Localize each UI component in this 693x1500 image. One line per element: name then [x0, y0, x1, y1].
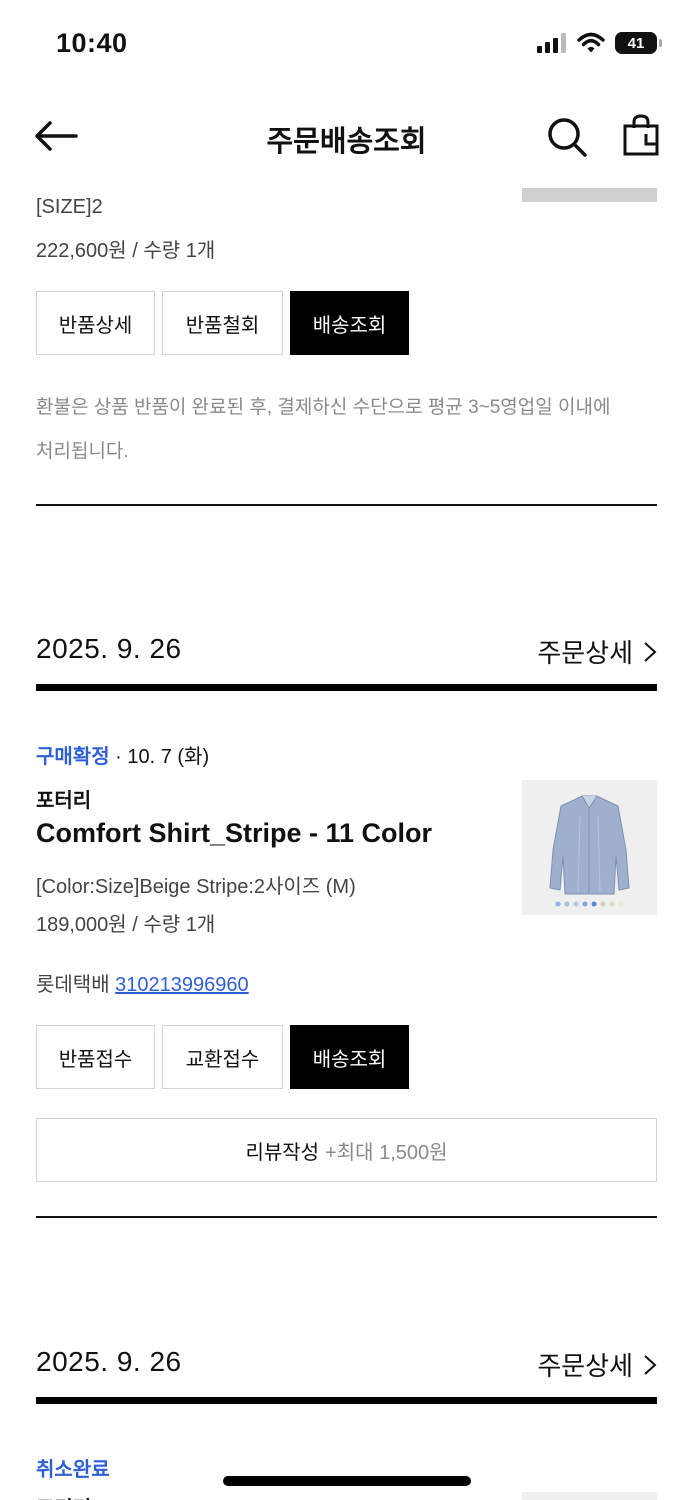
status-bar: 10:40 41 [0, 0, 693, 90]
product-thumbnail[interactable] [522, 1492, 657, 1500]
price-quantity: 222,600원 / 수량 1개 [36, 240, 216, 262]
exchange-request-button[interactable]: 교환접수 [162, 1025, 283, 1089]
divider [36, 1216, 657, 1218]
status-badge: 구매확정 [36, 746, 110, 768]
option-text: [SIZE]2 [36, 196, 103, 218]
app-header: 주문배송조회 [0, 96, 693, 180]
product-thumbnail[interactable] [522, 780, 657, 915]
signal-icon [537, 33, 566, 53]
divider [36, 504, 657, 506]
order-status: 취소완료 [36, 1453, 110, 1482]
page-title: 주문배송조회 [266, 126, 427, 158]
wifi-icon [577, 32, 605, 53]
status-time: 10:40 [56, 28, 128, 58]
refund-notice-line: 환불은 상품 반품이 완료된 후, 결제하신 수단으로 평균 3~5영업일 이내… [36, 397, 611, 418]
refund-notice-line: 처리됩니다. [36, 441, 129, 462]
order-list[interactable]: [SIZE]2 222,600원 / 수량 1개 반품상세 반품철회 배송조회 … [0, 180, 693, 1500]
delivery-info: 롯데택배 310213996960 [36, 968, 249, 997]
price-quantity: 189,000원 / 수량 1개 [36, 914, 216, 936]
write-review-button[interactable]: 리뷰작성 +최대 1,500원 [36, 1118, 657, 1182]
shopping-bag-icon [623, 114, 659, 156]
search-button[interactable] [546, 116, 588, 158]
return-detail-button[interactable]: 반품상세 [36, 291, 155, 355]
status-badge: 취소완료 [36, 1459, 110, 1481]
return-cancel-button[interactable]: 반품철회 [162, 291, 283, 355]
order-date: 2025. 9. 26 [36, 633, 182, 664]
return-request-button[interactable]: 반품접수 [36, 1025, 155, 1089]
order-detail-label: 주문상세 [537, 638, 633, 668]
search-icon [548, 118, 587, 157]
track-delivery-button[interactable]: 배송조회 [290, 1025, 409, 1089]
divider [36, 1397, 657, 1404]
order-date: 2025. 9. 26 [36, 1346, 182, 1377]
order-detail-label: 주문상세 [537, 1351, 633, 1381]
status-date: · 10. 7 (화) [115, 746, 210, 768]
battery-icon: 41 [615, 32, 662, 54]
shirt-image [549, 795, 630, 907]
order-detail-link[interactable]: 주문상세 [537, 633, 657, 670]
battery-level: 41 [627, 34, 645, 52]
order-status: 구매확정 · 10. 7 (화) [36, 740, 209, 769]
track-delivery-button[interactable]: 배송조회 [290, 291, 409, 355]
review-bonus: +최대 1,500원 [325, 1141, 448, 1164]
divider [36, 684, 657, 691]
order-detail-link[interactable]: 주문상세 [537, 1346, 657, 1383]
home-indicator[interactable] [223, 1476, 471, 1486]
brand-name[interactable]: 포터리 [36, 784, 91, 813]
courier-name: 롯데택배 [36, 974, 110, 996]
product-name[interactable]: Comfort Shirt_Stripe - 11 Color [36, 818, 432, 849]
option-text: [Color:Size]Beige Stripe:2사이즈 (M) [36, 876, 356, 898]
product-thumbnail[interactable] [522, 188, 657, 202]
tracking-number-link[interactable]: 310213996960 [115, 974, 248, 996]
shopping-bag-button[interactable] [622, 114, 662, 158]
chevron-right-icon [644, 1354, 657, 1375]
review-label: 리뷰작성 [245, 1141, 320, 1164]
status-icons: 41 [537, 32, 662, 54]
chevron-right-icon [644, 641, 657, 662]
refund-notice: 환불은 상품 반품이 완료된 후, 결제하신 수단으로 평균 3~5영업일 이내… [36, 386, 658, 474]
brand-name[interactable]: 포터리 [36, 1492, 91, 1500]
